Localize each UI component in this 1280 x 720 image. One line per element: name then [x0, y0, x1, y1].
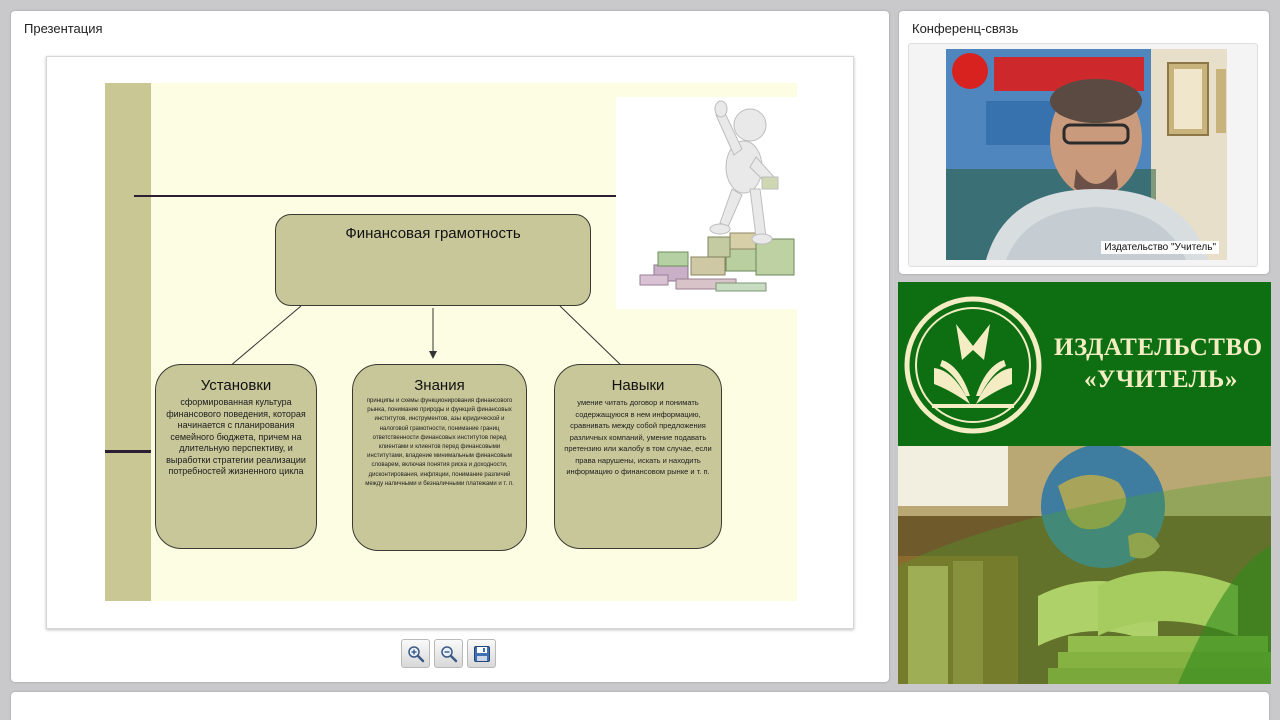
participant-video[interactable]: Издательство "Учитель" — [946, 49, 1227, 260]
diagram-main-box: Финансовая грамотность — [275, 214, 591, 306]
diagram-box-knowledge: Знания принципы и схемы функционирования… — [352, 364, 527, 551]
conference-panel: Конференц-связь Издательство "Учитель" — [899, 11, 1269, 274]
diagram-box-attitudes: Установки сформированная культура финанс… — [155, 364, 317, 549]
zoom-out-button[interactable] — [434, 639, 463, 668]
publisher-logo-icon — [904, 296, 1042, 434]
publisher-banner: ИЗДАТЕЛЬСТВО «УЧИТЕЛЬ» — [898, 282, 1271, 684]
participant-name-label: Издательство "Учитель" — [1101, 241, 1219, 254]
save-button[interactable] — [467, 639, 496, 668]
floppy-disk-icon — [474, 646, 490, 662]
diagram-box-title: Навыки — [611, 377, 665, 394]
diagram-box-title: Установки — [200, 377, 272, 394]
video-frame: Издательство "Учитель" — [908, 43, 1258, 267]
zoom-out-icon — [441, 646, 458, 663]
books-globe-image — [898, 446, 1271, 684]
banner-title-line2: «УЧИТЕЛЬ» — [1084, 366, 1238, 393]
slide: Финансовая грамотность Установки сформир… — [105, 83, 797, 601]
banner-header: ИЗДАТЕЛЬСТВО «УЧИТЕЛЬ» — [898, 282, 1271, 446]
presentation-panel-title: Презентация — [24, 21, 103, 36]
zoom-in-button[interactable] — [401, 639, 430, 668]
presentation-panel: Презентация Финансовая грамотность Устан… — [11, 11, 889, 682]
diagram-box-skills: Навыки умение читать договор и понимать … — [554, 364, 722, 549]
diagram-box-text: умение читать договор и понимать содержа… — [564, 398, 712, 476]
diagram-main-title: Финансовая грамотность — [345, 225, 521, 242]
zoom-in-icon — [408, 646, 425, 663]
diagram-box-text: сформированная культура финансового пове… — [166, 397, 306, 476]
diagram-box-text: принципы и схемы функционирования финанс… — [365, 398, 514, 487]
banner-title-line1: ИЗДАТЕЛЬСТВО — [1054, 334, 1263, 361]
slide-frame: Финансовая грамотность Установки сформир… — [46, 56, 854, 629]
webcam-image — [946, 49, 1227, 260]
bottom-panel — [11, 692, 1269, 720]
conference-panel-title: Конференц-связь — [912, 21, 1019, 36]
diagram-box-title: Знания — [414, 377, 465, 394]
